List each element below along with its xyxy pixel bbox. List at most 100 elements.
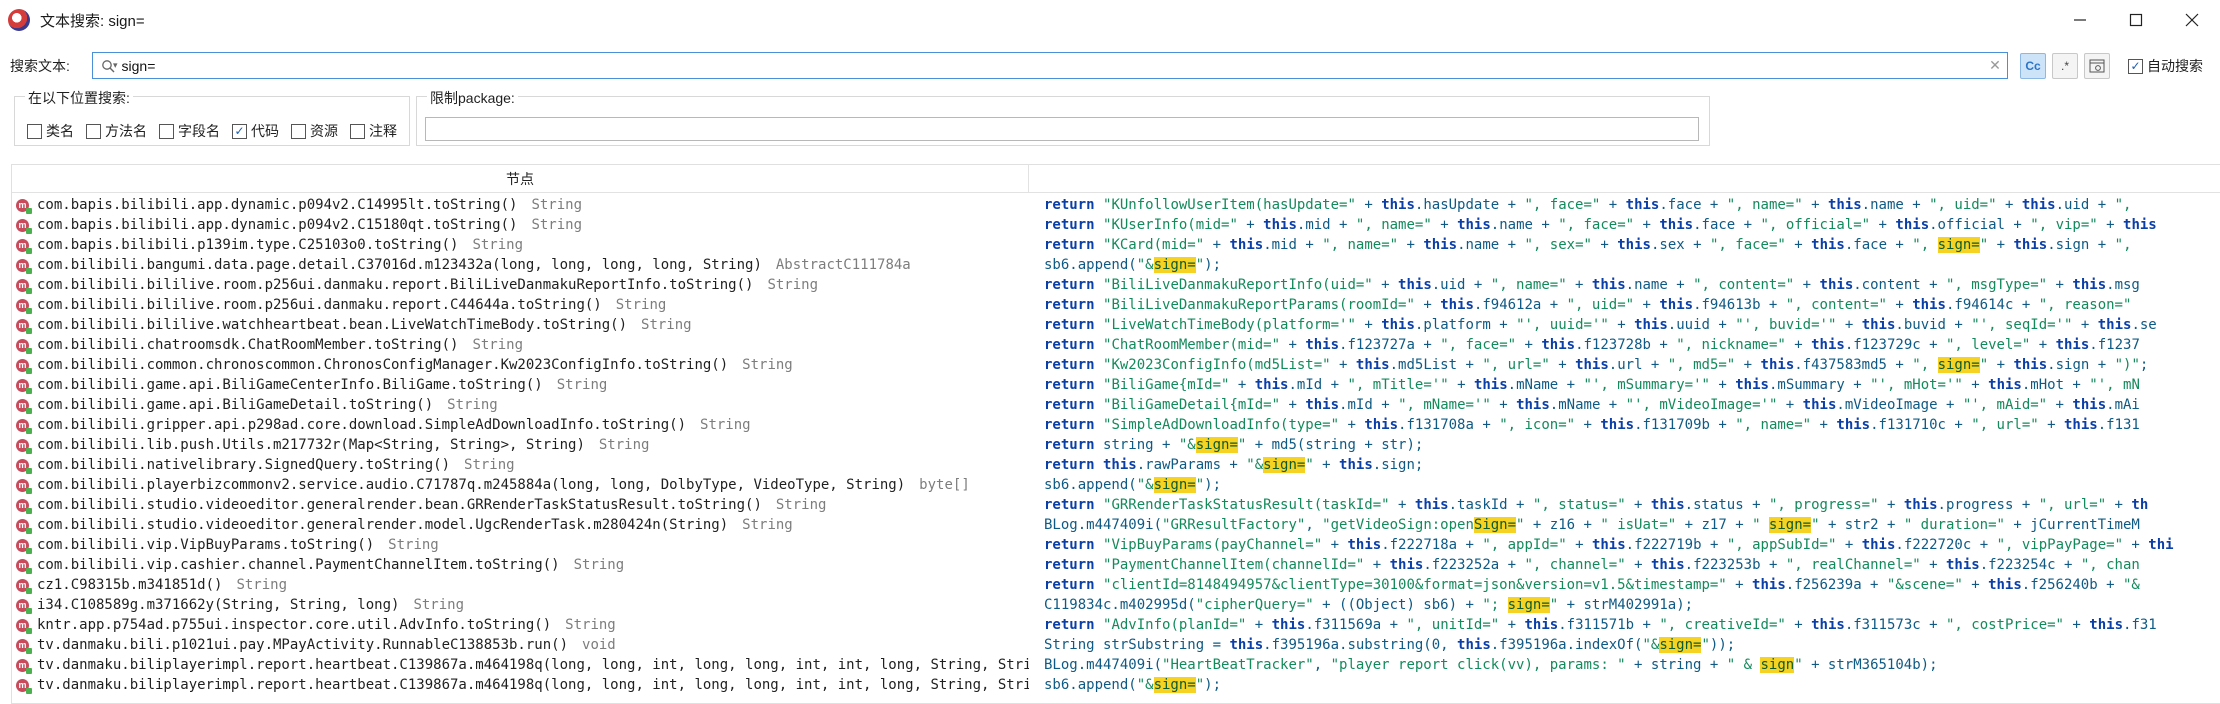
table-row[interactable]: m com.bilibili.studio.videoeditor.general…: [12, 515, 2220, 535]
node-cell[interactable]: m kntr.app.p754ad.p755ui.inspector.core.u…: [12, 615, 1029, 635]
magnifier-icon[interactable]: [93, 59, 123, 73]
table-row[interactable]: m tv.danmaku.biliplayerimpl.report.heartb…: [12, 675, 2220, 695]
table-row[interactable]: m com.bilibili.bililive.room.p256ui.danma…: [12, 275, 2220, 295]
package-input[interactable]: [425, 117, 1699, 141]
node-cell[interactable]: m com.bilibili.playerbizcommonv2.service.…: [12, 475, 1029, 495]
table-row[interactable]: m com.bilibili.bililive.watchheartbeat.be…: [12, 315, 2220, 335]
table-row[interactable]: m com.bilibili.nativelibrary.SignedQuery.…: [12, 455, 2220, 475]
node-cell[interactable]: m com.bapis.bilibili.p139im.type.C25103o0…: [12, 235, 1029, 255]
code-cell[interactable]: return "VipBuyParams(payChannel=" + this…: [1044, 535, 2220, 555]
table-row[interactable]: m com.bilibili.vip.cashier.channel.Paymen…: [12, 555, 2220, 575]
table-row[interactable]: m tv.danmaku.biliplayerimpl.report.heartb…: [12, 655, 2220, 675]
checkbox[interactable]: [350, 123, 365, 139]
code-cell[interactable]: return "BiliLiveDanmakuReportParams(room…: [1044, 295, 2220, 315]
node-cell[interactable]: m com.bilibili.gripper.api.p298ad.core.do…: [12, 415, 1029, 435]
auto-search-checkbox[interactable]: ✓: [2128, 58, 2143, 74]
code-cell[interactable]: sb6.append("&sign=");: [1044, 475, 2220, 495]
code-column-header[interactable]: [1030, 165, 2220, 193]
search-history-caret-icon[interactable]: ▾: [113, 60, 118, 71]
code-cell[interactable]: return "KUnfollowUserItem(hasUpdate=" + …: [1044, 195, 2220, 215]
node-cell[interactable]: m i34.C108589g.m371662y(String, String, l…: [12, 595, 1029, 615]
node-cell[interactable]: m com.bilibili.vip.cashier.channel.Paymen…: [12, 555, 1029, 575]
table-row[interactable]: m com.bilibili.chatroomsdk.ChatRoomMember…: [12, 335, 2220, 355]
table-row[interactable]: m com.bilibili.game.api.BiliGameDetail.to…: [12, 395, 2220, 415]
maximize-icon[interactable]: [2108, 0, 2164, 40]
node-cell[interactable]: m com.bilibili.studio.videoeditor.general…: [12, 495, 1029, 515]
code-cell[interactable]: return "clientId=8148494957&clientType=3…: [1044, 575, 2220, 595]
code-cell[interactable]: return string + "&sign=" + md5(string + …: [1044, 435, 2220, 455]
checkbox[interactable]: [27, 123, 42, 139]
node-cell[interactable]: m com.bilibili.chatroomsdk.ChatRoomMember…: [12, 335, 1029, 355]
node-cell[interactable]: m com.bapis.bilibili.app.dynamic.p094v2.C…: [12, 195, 1029, 215]
node-cell[interactable]: m com.bilibili.nativelibrary.SignedQuery.…: [12, 455, 1029, 475]
table-row[interactable]: m com.bilibili.game.api.BiliGameCenterInf…: [12, 375, 2220, 395]
table-row[interactable]: m com.bapis.bilibili.p139im.type.C25103o0…: [12, 235, 2220, 255]
node-cell[interactable]: m com.bilibili.common.chronoscommon.Chron…: [12, 355, 1029, 375]
table-row[interactable]: m com.bilibili.common.chronoscommon.Chron…: [12, 355, 2220, 375]
filter-comment[interactable]: 注释: [350, 121, 397, 141]
code-cell[interactable]: return "LiveWatchTimeBody(platform='" + …: [1044, 315, 2220, 335]
table-row[interactable]: m com.bapis.bilibili.app.dynamic.p094v2.C…: [12, 215, 2220, 235]
filter-class-name[interactable]: 类名: [27, 121, 74, 141]
minimize-icon[interactable]: [2052, 0, 2108, 40]
code-cell[interactable]: return "PaymentChannelItem(channelId=" +…: [1044, 555, 2220, 575]
node-cell[interactable]: m tv.danmaku.biliplayerimpl.report.heartb…: [12, 655, 1029, 675]
case-sensitive-button[interactable]: Cc: [2020, 53, 2046, 79]
code-cell[interactable]: return "BiliLiveDanmakuReportInfo(uid=" …: [1044, 275, 2220, 295]
checkbox[interactable]: [159, 123, 174, 139]
search-box[interactable]: ▾ ✕: [92, 52, 2008, 79]
code-cell[interactable]: return "SimpleAdDownloadInfo(type=" + th…: [1044, 415, 2220, 435]
node-cell[interactable]: m com.bilibili.bililive.room.p256ui.danma…: [12, 295, 1029, 315]
node-cell[interactable]: m tv.danmaku.biliplayerimpl.report.heartb…: [12, 675, 1029, 695]
node-cell[interactable]: m com.bilibili.game.api.BiliGameCenterInf…: [12, 375, 1029, 395]
filter-code[interactable]: ✓ 代码: [232, 121, 279, 141]
node-column-header[interactable]: 节点: [12, 165, 1029, 193]
code-cell[interactable]: return this.rawParams + "&sign=" + this.…: [1044, 455, 2220, 475]
filter-resource[interactable]: 资源: [291, 121, 338, 141]
table-row[interactable]: m kntr.app.p754ad.p755ui.inspector.core.u…: [12, 615, 2220, 635]
table-row[interactable]: m cz1.C98315b.m341851d() String return "cli…: [12, 575, 2220, 595]
code-cell[interactable]: return "GRRenderTaskStatusResult(taskId=…: [1044, 495, 2220, 515]
checkbox[interactable]: [291, 123, 306, 139]
table-row[interactable]: m com.bapis.bilibili.app.dynamic.p094v2.C…: [12, 195, 2220, 215]
code-cell[interactable]: return "BiliGame{mId=" + this.mId + ", m…: [1044, 375, 2220, 395]
node-cell[interactable]: m com.bapis.bilibili.app.dynamic.p094v2.C…: [12, 215, 1029, 235]
close-icon[interactable]: [2164, 0, 2220, 40]
table-row[interactable]: m i34.C108589g.m371662y(String, String, l…: [12, 595, 2220, 615]
active-tab-button[interactable]: [2084, 53, 2110, 79]
regex-button[interactable]: .*: [2052, 53, 2078, 79]
table-row[interactable]: m com.bilibili.lib.push.Utils.m217732r(Ma…: [12, 435, 2220, 455]
code-cell[interactable]: return "AdvInfo(planId=" + this.f311569a…: [1044, 615, 2220, 635]
code-cell[interactable]: String strSubstring = this.f395196a.subs…: [1044, 635, 2220, 655]
node-cell[interactable]: m com.bilibili.game.api.BiliGameDetail.to…: [12, 395, 1029, 415]
node-cell[interactable]: m com.bilibili.bangumi.data.page.detail.C…: [12, 255, 1029, 275]
code-cell[interactable]: return "Kw2023ConfigInfo(md5List=" + thi…: [1044, 355, 2220, 375]
code-cell[interactable]: return "BiliGameDetail{mId=" + this.mId …: [1044, 395, 2220, 415]
table-row[interactable]: m com.bilibili.studio.videoeditor.general…: [12, 495, 2220, 515]
code-cell[interactable]: C119834c.m402995d("cipherQuery=" + ((Obj…: [1044, 595, 2220, 615]
code-cell[interactable]: BLog.m447409i("GRResultFactory", "getVid…: [1044, 515, 2220, 535]
table-row[interactable]: m com.bilibili.bililive.room.p256ui.danma…: [12, 295, 2220, 315]
node-cell[interactable]: m tv.danmaku.bili.p1021ui.pay.MPayActivit…: [12, 635, 1029, 655]
table-row[interactable]: m com.bilibili.vip.VipBuyParams.toString(…: [12, 535, 2220, 555]
filter-method-name[interactable]: 方法名: [86, 121, 147, 141]
node-cell[interactable]: m cz1.C98315b.m341851d() String: [12, 575, 1029, 595]
search-input[interactable]: [121, 53, 1983, 78]
node-cell[interactable]: m com.bilibili.bililive.room.p256ui.danma…: [12, 275, 1029, 295]
clear-icon[interactable]: ✕: [1983, 57, 2007, 74]
table-row[interactable]: m com.bilibili.bangumi.data.page.detail.C…: [12, 255, 2220, 275]
code-cell[interactable]: return "KUserInfo(mid=" + this.mid + ", …: [1044, 215, 2220, 235]
code-cell[interactable]: BLog.m447409i("HeartBeatTracker", "playe…: [1044, 655, 2220, 675]
node-cell[interactable]: m com.bilibili.vip.VipBuyParams.toString(…: [12, 535, 1029, 555]
table-row[interactable]: m tv.danmaku.bili.p1021ui.pay.MPayActivit…: [12, 635, 2220, 655]
code-cell[interactable]: sb6.append("&sign=");: [1044, 675, 2220, 695]
node-cell[interactable]: m com.bilibili.bililive.watchheartbeat.be…: [12, 315, 1029, 335]
checkbox[interactable]: [86, 123, 101, 139]
filter-field-name[interactable]: 字段名: [159, 121, 220, 141]
code-cell[interactable]: sb6.append("&sign=");: [1044, 255, 2220, 275]
table-row[interactable]: m com.bilibili.playerbizcommonv2.service.…: [12, 475, 2220, 495]
node-cell[interactable]: m com.bilibili.lib.push.Utils.m217732r(Ma…: [12, 435, 1029, 455]
checkbox-checked[interactable]: ✓: [232, 123, 247, 139]
node-cell[interactable]: m com.bilibili.studio.videoeditor.general…: [12, 515, 1029, 535]
table-row[interactable]: m com.bilibili.gripper.api.p298ad.core.do…: [12, 415, 2220, 435]
